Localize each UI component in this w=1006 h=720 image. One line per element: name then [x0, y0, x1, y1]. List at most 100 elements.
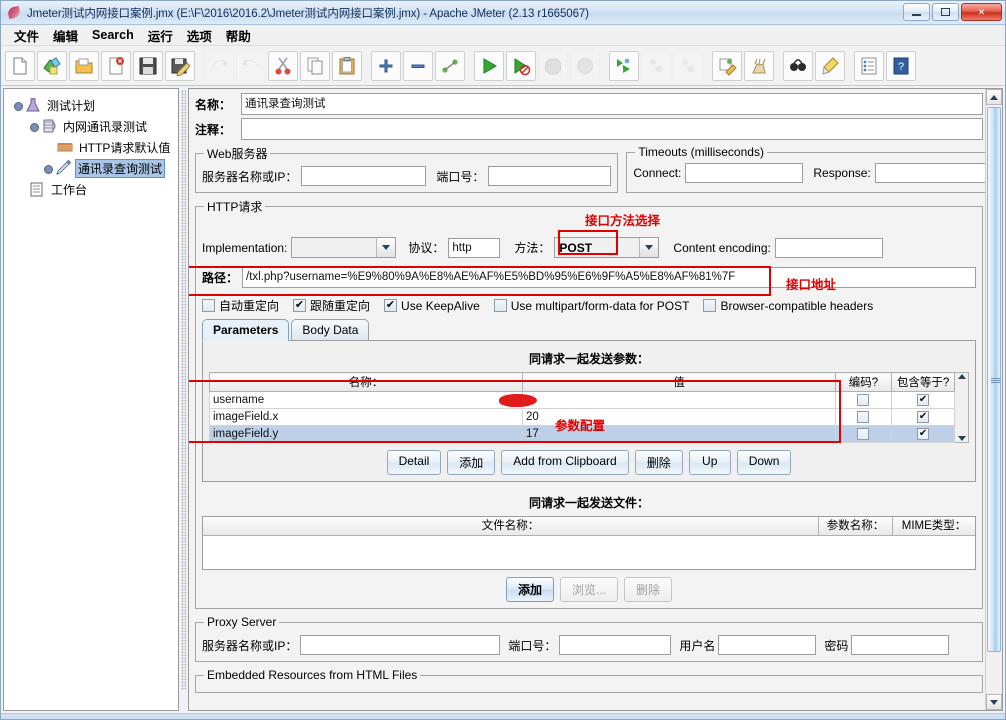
expand-all-icon[interactable] [371, 50, 401, 81]
server-name-input[interactable] [301, 166, 427, 186]
paste-icon[interactable] [332, 50, 362, 81]
cell-param-value[interactable] [521, 391, 836, 409]
down-button[interactable]: Down [736, 450, 792, 475]
tree-node-workbench[interactable]: 工作台 [10, 179, 174, 200]
table-row[interactable]: imageField.y 17 ✔ [209, 425, 956, 443]
tree-node-test-plan[interactable]: 测试计划 [10, 95, 174, 116]
close-icon[interactable] [101, 50, 131, 81]
cell-param-value[interactable]: 20 [521, 408, 836, 426]
delete-button[interactable]: 删除 [634, 450, 683, 475]
col-value[interactable]: 值 [521, 372, 836, 392]
scroll-up-button[interactable] [986, 89, 1002, 105]
cell-include-equals[interactable]: ✔ [890, 391, 956, 409]
menu-file[interactable]: 文件 [7, 24, 46, 47]
chevron-down-icon[interactable] [376, 238, 396, 257]
clear-icon[interactable] [712, 50, 742, 81]
remote-start-all-icon[interactable] [609, 50, 639, 81]
function-helper-icon[interactable] [854, 50, 884, 81]
content-encoding-input[interactable] [774, 237, 883, 258]
expand-handle-icon[interactable] [42, 163, 53, 174]
open-icon[interactable] [69, 50, 99, 81]
port-input[interactable] [488, 166, 612, 186]
cell-encode[interactable] [834, 425, 892, 443]
toggle-icon[interactable] [435, 50, 465, 81]
col-include-equals[interactable]: 包含等于? [890, 372, 956, 392]
scroll-down-icon[interactable] [957, 436, 966, 441]
table-row[interactable]: username ✔ [209, 391, 956, 409]
cell-param-name[interactable]: imageField.x [209, 408, 523, 426]
chevron-down-icon[interactable] [639, 238, 659, 257]
cell-param-value[interactable]: 17 [521, 425, 836, 443]
copy-icon[interactable] [300, 50, 330, 81]
clear-all-icon[interactable] [744, 50, 774, 81]
name-input[interactable]: 通讯录查询测试 [241, 93, 983, 115]
menu-run[interactable]: 运行 [141, 24, 180, 47]
proxy-server-input[interactable] [300, 635, 501, 655]
expand-handle-icon[interactable] [28, 121, 39, 132]
checkbox-browser-headers[interactable]: Browser-compatible headers [703, 299, 873, 313]
help-icon[interactable]: ? [886, 50, 916, 81]
tab-parameters[interactable]: Parameters [202, 319, 290, 341]
collapse-all-icon[interactable] [403, 50, 433, 81]
cell-include-equals[interactable]: ✔ [890, 425, 956, 443]
table-row[interactable]: imageField.x 20 ✔ [209, 408, 956, 426]
split-divider[interactable] [179, 88, 188, 713]
menu-search[interactable]: Search [85, 26, 141, 44]
maximize-button[interactable] [932, 3, 959, 21]
tree-node-thread-group[interactable]: 内网通讯录测试 [10, 116, 174, 137]
checkbox-keepalive[interactable]: ✔ Use KeepAlive [384, 299, 480, 313]
connect-input[interactable] [685, 163, 804, 183]
cell-param-name[interactable]: username [209, 391, 523, 409]
cut-icon[interactable] [268, 50, 298, 81]
file-add-button[interactable]: 添加 [505, 577, 554, 602]
cell-encode[interactable] [834, 408, 892, 426]
response-input[interactable] [874, 163, 985, 183]
proxy-user-input[interactable] [718, 635, 817, 655]
start-icon[interactable] [474, 50, 504, 81]
parameters-scrollbar[interactable] [955, 372, 969, 443]
cell-include-equals[interactable]: ✔ [890, 408, 956, 426]
checkbox-auto-redirect[interactable]: 自动重定向 [202, 297, 279, 314]
tab-body-data[interactable]: Body Data [291, 319, 370, 340]
checkbox-follow-redirect[interactable]: ✔ 跟随重定向 [293, 297, 370, 314]
templates-icon[interactable] [37, 50, 67, 81]
path-input[interactable]: /txl.php?username=%E9%80%9A%E8%AE%AF%E5%… [242, 267, 976, 288]
search-icon[interactable] [783, 50, 813, 81]
col-name[interactable]: 名称： [209, 372, 523, 392]
minimize-button[interactable] [903, 3, 930, 21]
up-button[interactable]: Up [688, 450, 731, 475]
menu-edit[interactable]: 编辑 [46, 24, 85, 47]
add-button[interactable]: 添加 [447, 450, 496, 475]
checkbox-multipart[interactable]: Use multipart/form-data for POST [493, 299, 689, 313]
parameters-table[interactable]: 名称： 值 编码? 包含等于? username ✔ imageField.x … [209, 372, 956, 443]
cell-encode[interactable] [834, 391, 892, 409]
tree-node-http-sampler[interactable]: 通讯录查询测试 [10, 158, 174, 179]
menu-options[interactable]: 选项 [180, 24, 219, 47]
close-button[interactable]: ✕ [961, 3, 1002, 21]
method-select[interactable]: POST [554, 237, 660, 258]
col-param-name[interactable]: 参数名称： [819, 517, 893, 536]
files-table[interactable]: 文件名称： 参数名称： MIME类型： [202, 516, 976, 570]
implementation-select[interactable] [291, 237, 397, 258]
proxy-password-input[interactable] [851, 635, 950, 655]
scroll-down-button[interactable] [986, 694, 1002, 710]
search-reset-icon[interactable] [815, 50, 845, 81]
menu-help[interactable]: 帮助 [219, 24, 258, 47]
start-no-pause-icon[interactable] [506, 50, 536, 81]
new-icon[interactable] [5, 50, 35, 81]
expand-handle-icon[interactable] [12, 100, 23, 111]
save-icon[interactable] [133, 50, 163, 81]
add-from-clipboard-button[interactable]: Add from Clipboard [501, 450, 629, 475]
save-as-icon[interactable] [165, 50, 195, 81]
scroll-up-icon[interactable] [957, 374, 966, 379]
col-file-name[interactable]: 文件名称： [203, 517, 819, 536]
comment-input[interactable] [241, 118, 983, 140]
scroll-thumb[interactable] [987, 107, 1001, 652]
detail-button[interactable]: Detail [386, 450, 442, 475]
proxy-port-input[interactable] [559, 635, 672, 655]
col-encode[interactable]: 编码? [834, 372, 892, 392]
cell-param-name[interactable]: imageField.y [209, 425, 523, 443]
tree-node-http-defaults[interactable]: HTTP请求默认值 [10, 137, 174, 158]
editor-scrollbar[interactable] [985, 89, 1002, 710]
protocol-input[interactable]: http [448, 237, 501, 258]
